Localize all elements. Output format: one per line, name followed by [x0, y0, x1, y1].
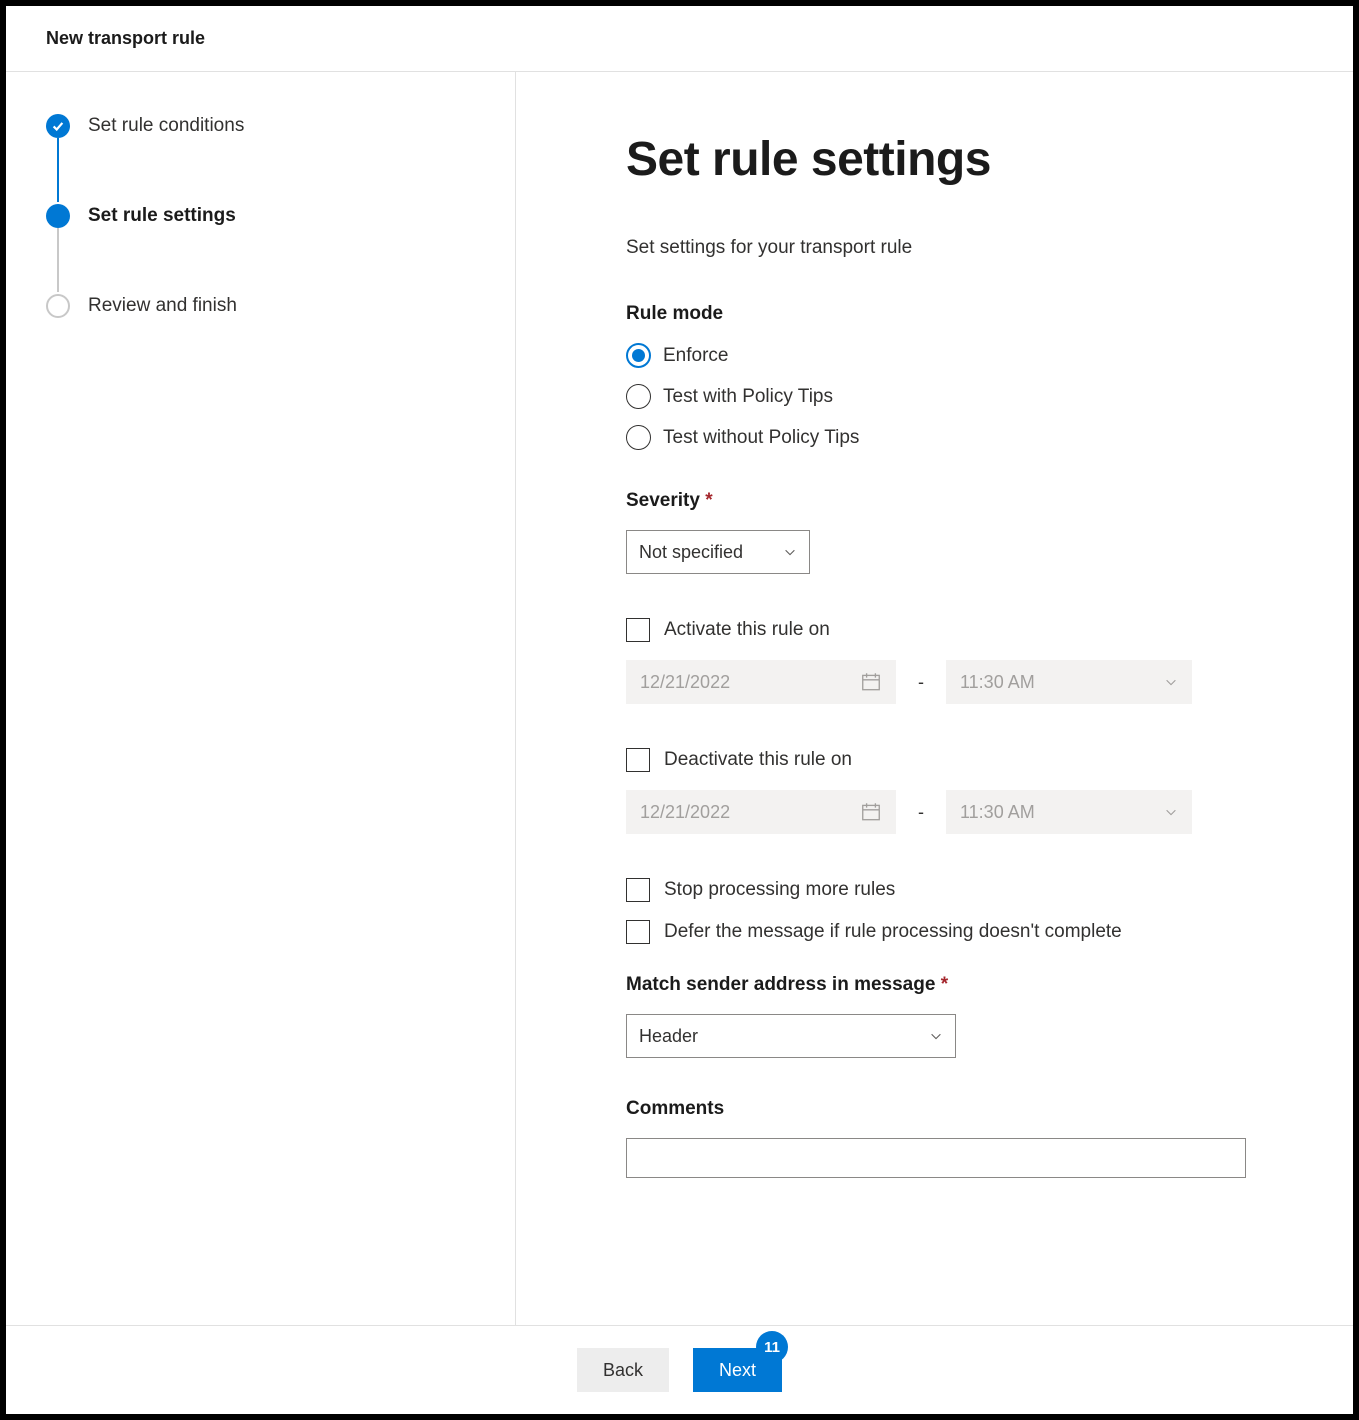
select-value: Header — [639, 1026, 698, 1047]
radio-test-without-tips[interactable]: Test without Policy Tips — [626, 425, 1293, 450]
comments-section: Comments — [626, 1098, 1293, 1178]
back-button[interactable]: Back — [577, 1348, 669, 1392]
deactivate-checkbox-row: Deactivate this rule on — [626, 748, 1293, 772]
date-value: 12/21/2022 — [640, 672, 730, 693]
step-label: Review and finish — [88, 295, 237, 317]
required-marker: * — [705, 490, 712, 511]
activate-checkbox-row: Activate this rule on — [626, 618, 1293, 642]
dialog-footer: Back Next 11 — [6, 1325, 1353, 1414]
step-badge: 11 — [756, 1331, 788, 1363]
calendar-icon — [860, 671, 882, 693]
time-value: 11:30 AM — [960, 802, 1035, 823]
stop-processing-checkbox[interactable] — [626, 878, 650, 902]
chevron-down-icon — [1164, 805, 1178, 819]
check-icon — [46, 114, 70, 138]
rule-mode-group: Enforce Test with Policy Tips Test witho… — [626, 343, 1293, 450]
select-value: Not specified — [639, 542, 743, 563]
stop-processing-label: Stop processing more rules — [664, 879, 895, 901]
chevron-down-icon — [929, 1029, 943, 1043]
radio-test-with-tips[interactable]: Test with Policy Tips — [626, 384, 1293, 409]
activate-datetime: 12/21/2022 - 11:30 AM — [626, 660, 1293, 704]
date-value: 12/21/2022 — [640, 802, 730, 823]
step-set-rule-conditions[interactable]: Set rule conditions — [46, 112, 475, 140]
chevron-down-icon — [783, 545, 797, 559]
step-label: Set rule settings — [88, 205, 236, 227]
defer-message-row: Defer the message if rule processing doe… — [626, 920, 1293, 944]
activate-label: Activate this rule on — [664, 619, 830, 641]
step-review-and-finish[interactable]: Review and finish — [46, 292, 475, 320]
match-sender-label-text: Match sender address in message — [626, 974, 935, 995]
pending-step-icon — [46, 294, 70, 318]
match-sender-select[interactable]: Header — [626, 1014, 956, 1058]
dialog-body: Set rule conditions Set rule settings Re… — [6, 72, 1353, 1325]
radio-icon — [626, 343, 651, 368]
wizard-steps: Set rule conditions Set rule settings Re… — [6, 72, 516, 1325]
chevron-down-icon — [1164, 675, 1178, 689]
severity-label-text: Severity — [626, 490, 700, 511]
calendar-icon — [860, 801, 882, 823]
datetime-separator: - — [918, 672, 924, 693]
radio-label: Test with Policy Tips — [663, 386, 833, 408]
time-value: 11:30 AM — [960, 672, 1035, 693]
main-content: Set rule settings Set settings for your … — [516, 72, 1353, 1325]
deactivate-date-input[interactable]: 12/21/2022 — [626, 790, 896, 834]
severity-label: Severity * — [626, 490, 1293, 512]
radio-label: Enforce — [663, 345, 728, 367]
rule-mode-label: Rule mode — [626, 303, 1293, 325]
deactivate-checkbox[interactable] — [626, 748, 650, 772]
current-step-icon — [46, 204, 70, 228]
stop-processing-row: Stop processing more rules — [626, 878, 1293, 902]
required-marker: * — [941, 974, 948, 995]
match-sender-label: Match sender address in message * — [626, 974, 1293, 996]
datetime-separator: - — [918, 802, 924, 823]
page-title: Set rule settings — [626, 132, 1293, 187]
page-description: Set settings for your transport rule — [626, 237, 1293, 259]
radio-enforce[interactable]: Enforce — [626, 343, 1293, 368]
step-connector — [57, 228, 59, 292]
step-connector — [57, 138, 59, 202]
next-button[interactable]: Next 11 — [693, 1348, 782, 1392]
step-label: Set rule conditions — [88, 115, 244, 137]
deactivate-label: Deactivate this rule on — [664, 749, 852, 771]
dialog-title: New transport rule — [46, 28, 205, 48]
radio-label: Test without Policy Tips — [663, 427, 859, 449]
activate-time-select[interactable]: 11:30 AM — [946, 660, 1192, 704]
defer-message-checkbox[interactable] — [626, 920, 650, 944]
comments-input[interactable] — [626, 1138, 1246, 1178]
step-set-rule-settings[interactable]: Set rule settings — [46, 202, 475, 230]
activate-checkbox[interactable] — [626, 618, 650, 642]
comments-label: Comments — [626, 1098, 1293, 1120]
deactivate-datetime: 12/21/2022 - 11:30 AM — [626, 790, 1293, 834]
radio-icon — [626, 384, 651, 409]
radio-icon — [626, 425, 651, 450]
severity-select[interactable]: Not specified — [626, 530, 810, 574]
dialog-header: New transport rule — [6, 6, 1353, 72]
defer-message-label: Defer the message if rule processing doe… — [664, 921, 1122, 943]
deactivate-time-select[interactable]: 11:30 AM — [946, 790, 1192, 834]
activate-date-input[interactable]: 12/21/2022 — [626, 660, 896, 704]
next-button-label: Next — [719, 1360, 756, 1380]
